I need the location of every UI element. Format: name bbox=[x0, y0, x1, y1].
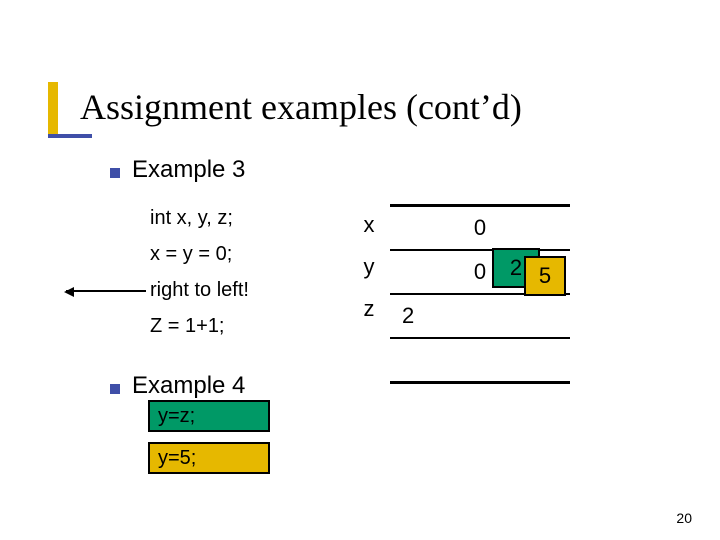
example-4-code-yellow: y=5; bbox=[148, 442, 270, 474]
memory-row-empty bbox=[390, 339, 570, 381]
code-line-1: int x, y, z; bbox=[150, 200, 249, 236]
slide: Assignment examples (cont’d) Example 3 i… bbox=[0, 0, 720, 540]
slide-title: Assignment examples (cont’d) bbox=[80, 86, 522, 128]
page-number: 20 bbox=[676, 510, 692, 526]
memory-value-z: 2 bbox=[402, 295, 414, 337]
var-x-label: x bbox=[354, 204, 384, 246]
var-y-label: y bbox=[354, 246, 384, 288]
arrow-left-icon bbox=[66, 290, 146, 292]
code-line-3: right to left! bbox=[150, 279, 249, 301]
overlay-y-yellow: 5 bbox=[524, 256, 566, 296]
example-4-code-green: y=z; bbox=[148, 400, 270, 432]
bullet-icon bbox=[110, 168, 120, 178]
example-4-code-line-2: y=5; bbox=[158, 447, 196, 470]
code-line-4: Z = 1+1; bbox=[150, 308, 249, 344]
overlay-y-green-value: 2 bbox=[510, 255, 522, 281]
example-4-code-line-1: y=z; bbox=[158, 405, 195, 428]
memory-row-z: 2 bbox=[390, 295, 570, 339]
var-z-label: z bbox=[354, 288, 384, 330]
bullet-icon bbox=[110, 384, 120, 394]
code-block: int x, y, z; x = y = 0; right to left! Z… bbox=[150, 200, 249, 344]
example-4-heading: Example 4 bbox=[132, 372, 245, 400]
overlay-y-yellow-value: 5 bbox=[539, 263, 551, 289]
memory-value-x: 0 bbox=[390, 207, 570, 249]
code-line-2: x = y = 0; bbox=[150, 236, 249, 272]
example-3-heading: Example 3 bbox=[132, 156, 245, 184]
title-accent-vertical bbox=[48, 82, 58, 134]
memory-row-x: 0 bbox=[390, 207, 570, 251]
variable-labels: x y z bbox=[354, 204, 384, 330]
title-accent-horizontal bbox=[48, 134, 92, 138]
code-line-3-wrap: right to left! bbox=[150, 272, 249, 308]
